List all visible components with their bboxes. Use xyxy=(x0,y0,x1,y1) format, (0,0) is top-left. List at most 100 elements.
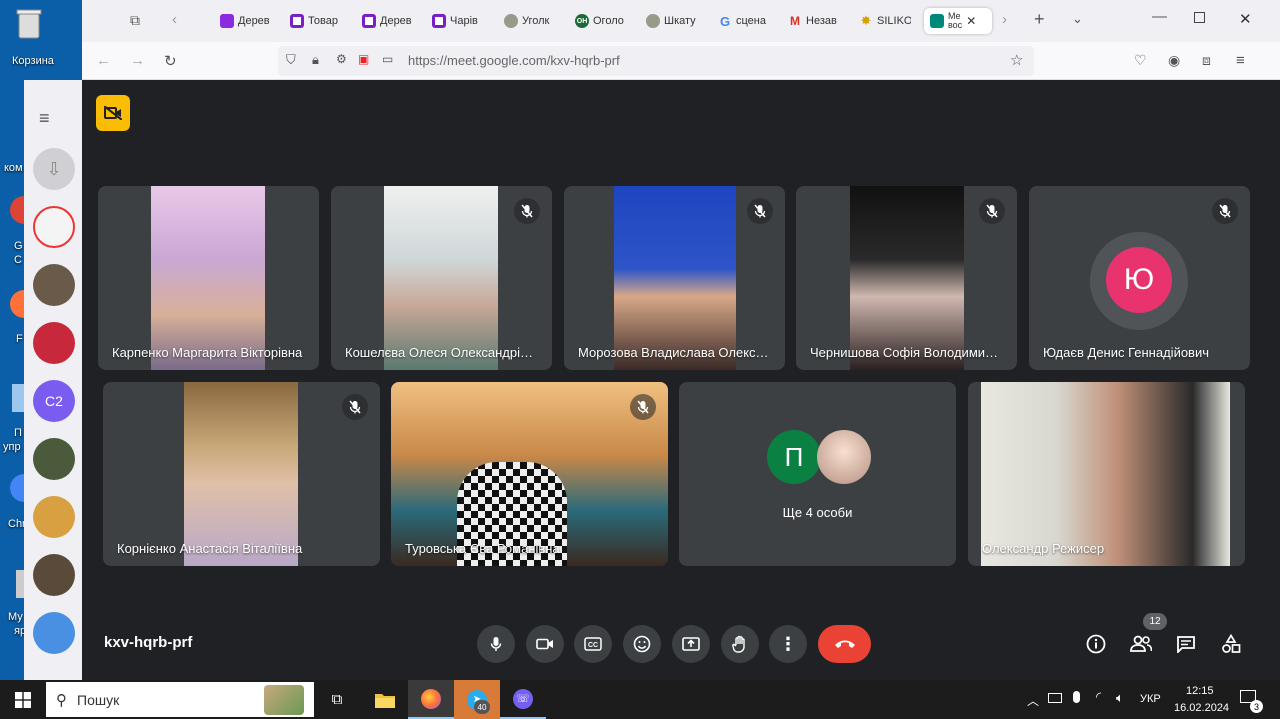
emoji-reaction-button[interactable] xyxy=(623,625,661,663)
browser-tab[interactable]: Gсцена xyxy=(718,8,770,34)
folder-icon[interactable] xyxy=(12,384,24,412)
meeting-info-icon[interactable] xyxy=(1081,629,1111,659)
camera-off-icon[interactable] xyxy=(96,95,130,131)
participant-tile[interactable]: Туровська Єва Романівна xyxy=(391,382,668,566)
browser-tab[interactable]: ОН Оголо xyxy=(575,8,627,34)
microphone-button[interactable] xyxy=(477,625,515,663)
notifications-badge: 3 xyxy=(1250,700,1263,713)
firefox-icon[interactable] xyxy=(10,290,24,318)
bookmark-star-icon[interactable]: ☆ xyxy=(1010,51,1023,69)
network-adapter-icon[interactable] xyxy=(1048,693,1062,703)
camera-in-use-icon[interactable]: ▣ xyxy=(358,52,369,66)
avatar[interactable] xyxy=(33,438,75,480)
participant-tile[interactable]: Ю Юдаєв Денис Геннадійович xyxy=(1029,186,1250,370)
participant-tile[interactable]: Карпенко Маргарита Вікторівна xyxy=(98,186,319,370)
muted-mic-icon xyxy=(630,394,656,420)
participant-name: Карпенко Маргарита Вікторівна xyxy=(112,345,303,360)
avatar[interactable] xyxy=(33,554,75,596)
browser-tab-active[interactable]: Me вос ✕ xyxy=(924,8,992,34)
app-icon[interactable] xyxy=(16,570,24,598)
forward-icon[interactable]: → xyxy=(130,52,145,69)
participant-name: Юдаєв Денис Геннадійович xyxy=(1043,345,1209,360)
lock-icon[interactable]: 🔒︎ xyxy=(312,52,319,68)
browser-tab[interactable]: Дерев xyxy=(362,8,414,34)
present-screen-button[interactable] xyxy=(672,625,710,663)
task-view-icon[interactable]: ⧉ xyxy=(314,680,360,719)
show-hidden-icons[interactable]: ︿ xyxy=(1027,692,1039,709)
browser-tab[interactable]: M Незав xyxy=(788,8,840,34)
close-tab-icon[interactable]: ✕ xyxy=(966,14,976,28)
meet-call-area: Карпенко Маргарита Вікторівна Кошелєва О… xyxy=(82,80,1280,680)
chat-icon[interactable] xyxy=(1171,629,1201,659)
scroll-tabs-right-icon[interactable]: › xyxy=(1002,11,1007,28)
search-highlight-image-icon xyxy=(264,685,304,715)
browser-tab[interactable]: Уголк xyxy=(504,8,556,34)
clock-time[interactable]: 12:15 xyxy=(1186,685,1214,697)
participant-tile[interactable]: Корнієнко Анастасія Віталіївна xyxy=(103,382,380,566)
participant-video xyxy=(850,186,964,370)
participant-tile[interactable]: Морозова Владислава Олександрівна xyxy=(564,186,785,370)
tab-overview-icon[interactable]: ⧉ xyxy=(130,12,140,29)
avatar[interactable] xyxy=(33,612,75,654)
globe-icon xyxy=(646,14,660,28)
shield-icon[interactable]: ⛉ xyxy=(286,52,296,68)
extensions-icon[interactable]: ⧈ xyxy=(1202,52,1211,69)
scroll-tabs-left-icon[interactable]: ‹ xyxy=(172,11,177,28)
sidebar-menu-icon[interactable]: ≡ xyxy=(39,108,50,129)
back-icon[interactable]: ← xyxy=(96,52,111,69)
raise-hand-button[interactable] xyxy=(721,625,759,663)
participants-icon[interactable] xyxy=(1126,629,1156,659)
maximize-icon[interactable] xyxy=(1194,12,1205,23)
recycle-bin-icon[interactable] xyxy=(14,6,56,40)
account-icon[interactable]: ◉ xyxy=(1168,52,1180,69)
participant-tile[interactable]: Кошелєва Олеся Олександрівна xyxy=(331,186,552,370)
list-tabs-icon[interactable]: ⌄ xyxy=(1072,11,1083,27)
avatar[interactable] xyxy=(33,322,75,364)
avatar[interactable] xyxy=(33,496,75,538)
firefox-taskbar-icon[interactable] xyxy=(408,680,454,719)
reload-icon[interactable]: ↻ xyxy=(164,52,177,70)
new-tab-icon[interactable]: + xyxy=(1034,9,1045,30)
menu-icon[interactable]: ≡ xyxy=(1236,52,1245,69)
browser-tab[interactable]: Шкату xyxy=(646,8,698,34)
captions-button[interactable]: CC xyxy=(574,625,612,663)
camera-button[interactable] xyxy=(526,625,564,663)
browser-tab[interactable]: ✸ SILIKO xyxy=(859,8,911,34)
more-participants-tile[interactable]: П Ще 4 особи xyxy=(679,382,956,566)
leave-call-button[interactable] xyxy=(818,625,871,663)
minimize-icon[interactable]: — xyxy=(1152,8,1167,25)
avatar[interactable]: C2 xyxy=(33,380,75,422)
volume-icon[interactable]: 🔈︎ xyxy=(1116,690,1124,706)
clock-date[interactable]: 16.02.2024 xyxy=(1174,702,1229,714)
close-window-icon[interactable]: ✕ xyxy=(1239,10,1252,28)
wifi-icon[interactable]: ◜ xyxy=(1096,689,1101,705)
browser-sidebar: ≡ ⇩ C2 xyxy=(24,80,82,680)
windows-start-icon[interactable] xyxy=(0,680,46,719)
avatar[interactable] xyxy=(33,264,75,306)
viber-taskbar-icon[interactable]: ☏ xyxy=(500,680,546,719)
activities-icon[interactable] xyxy=(1216,629,1246,659)
language-indicator[interactable]: УКР xyxy=(1140,693,1161,705)
browser-tab[interactable]: Чарів xyxy=(432,8,484,34)
microphone-tray-icon[interactable] xyxy=(1073,691,1080,703)
participant-tile[interactable]: Чернишова Софія Володимирівна xyxy=(796,186,1017,370)
download-icon[interactable]: ⇩ xyxy=(33,148,75,190)
telegram-badge: 40 xyxy=(474,700,490,714)
chrome-icon[interactable] xyxy=(10,474,24,502)
participant-video xyxy=(184,382,298,566)
address-bar[interactable]: ⛉ 🔒︎ ⚙ ▣ ▭ https://meet.google.com/kxv-h… xyxy=(278,46,1034,76)
taskbar-search-box[interactable]: ⚲ Пошук xyxy=(46,682,314,717)
participant-tile[interactable]: Олександр Режисер xyxy=(968,382,1245,566)
chrome-icon[interactable] xyxy=(10,196,24,224)
browser-tab[interactable]: Дерев xyxy=(220,8,272,34)
message-icon[interactable]: ▭ xyxy=(382,52,393,66)
permissions-icon[interactable]: ⚙ xyxy=(336,52,347,66)
muted-mic-icon xyxy=(514,198,540,224)
browser-tab[interactable]: Товар xyxy=(290,8,342,34)
file-explorer-icon[interactable] xyxy=(362,680,408,719)
more-options-button[interactable]: ⋮ xyxy=(769,625,807,663)
pocket-icon[interactable]: ♡ xyxy=(1134,52,1147,69)
desktop-label: П xyxy=(14,427,22,439)
calendar-clock-icon[interactable] xyxy=(33,206,75,248)
url-text: https://meet.google.com/kxv-hqrb-prf xyxy=(408,53,620,68)
